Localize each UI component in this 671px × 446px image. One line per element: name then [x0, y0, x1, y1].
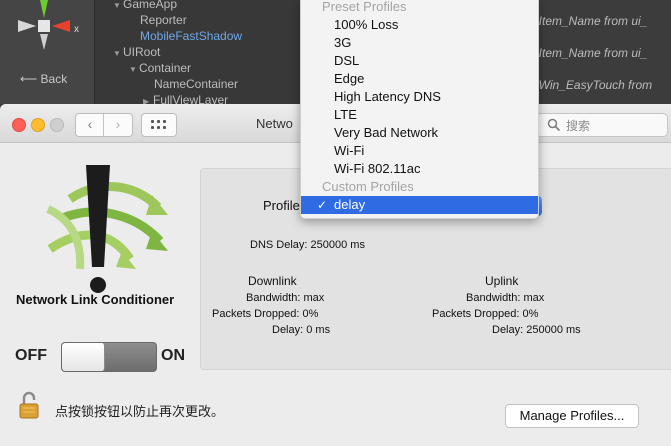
console-line: UI_Win_EasyTouch from — [520, 78, 653, 92]
hierarchy-item[interactable]: ▼ GameApp — [113, 0, 177, 11]
downlink-delay: Delay: 0 ms — [272, 324, 331, 336]
menu-item-3g[interactable]: 3G — [301, 34, 538, 52]
hierarchy-item[interactable]: ▼ UIRoot — [113, 45, 160, 59]
window-title: Netwo — [256, 116, 293, 131]
console-panel: UI_Item_Name from ui_ UI_Item_Name from … — [520, 0, 671, 104]
network-link-conditioner-logo-icon — [46, 165, 168, 293]
uplink-packets-dropped: Packets Dropped: 0% — [432, 308, 539, 320]
nav-forward-button[interactable]: › — [104, 114, 132, 136]
grid-dot — [163, 120, 166, 123]
menu-item-100-loss[interactable]: 100% Loss — [301, 16, 538, 34]
dns-delay-value: DNS Delay: 250000 ms — [250, 239, 365, 251]
zoom-window-button[interactable] — [50, 118, 64, 132]
on-label: ON — [161, 347, 185, 364]
search-field[interactable]: 搜索 — [536, 113, 668, 137]
unlocked-padlock-icon[interactable] — [18, 391, 40, 419]
menu-section-header: Custom Profiles — [322, 179, 414, 194]
expand-triangle-icon[interactable]: ▼ — [129, 65, 139, 74]
grid-dot — [157, 120, 160, 123]
hierarchy-item[interactable]: Reporter — [140, 13, 187, 27]
menu-item-delay[interactable]: ✓ delay — [301, 196, 538, 214]
lock-hint-text: 点按锁按钮以防止再次更改。 — [55, 404, 225, 419]
hierarchy-panel: ▼ GameApp Reporter MobileFastShadow ▼ UIRo… — [95, 0, 315, 107]
close-window-button[interactable] — [12, 118, 26, 132]
uplink-header: Uplink — [485, 274, 519, 288]
minimize-window-button[interactable] — [31, 118, 45, 132]
switch-thumb[interactable] — [62, 343, 105, 371]
axis-x-label: x — [74, 24, 79, 35]
scene-view[interactable]: x ⟵ Back — [0, 0, 95, 104]
checkmark-icon: ✓ — [317, 198, 328, 212]
menu-item-wifi[interactable]: Wi-Fi — [301, 142, 538, 160]
hierarchy-item-selected[interactable]: MobileFastShadow — [140, 29, 242, 43]
off-label: OFF — [15, 347, 47, 364]
manage-profiles-button[interactable]: Manage Profiles... — [505, 404, 639, 428]
app-name-label: Network Link Conditioner — [16, 292, 175, 307]
chevron-left-icon: ‹ — [87, 116, 93, 132]
show-all-button[interactable] — [141, 113, 177, 137]
back-forward-control: ‹ › — [75, 113, 133, 137]
search-icon — [547, 118, 561, 132]
chevron-right-icon: › — [115, 116, 121, 132]
nav-back-button[interactable]: ‹ — [76, 114, 104, 136]
menu-item-dsl[interactable]: DSL — [301, 52, 538, 70]
grid-dot — [151, 126, 154, 129]
scene-gizmo-icon[interactable] — [4, 0, 84, 64]
downlink-bandwidth: Bandwidth: max — [246, 292, 325, 304]
profile-dropdown-menu: Preset Profiles 100% Loss 3G DSL Edge Hi… — [300, 0, 539, 219]
back-button[interactable]: ⟵ Back — [20, 72, 67, 86]
search-placeholder: 搜索 — [566, 119, 591, 133]
on-off-switch[interactable] — [61, 342, 157, 372]
console-line: UI_Item_Name from ui_ — [520, 14, 648, 28]
downlink-packets-dropped: Packets Dropped: 0% — [212, 308, 319, 320]
profile-label: Profile — [263, 198, 300, 213]
menu-item-edge[interactable]: Edge — [301, 70, 538, 88]
grid-dot — [157, 126, 160, 129]
hierarchy-item[interactable]: NameContainer — [154, 77, 238, 91]
menu-item-high-latency-dns[interactable]: High Latency DNS — [301, 88, 538, 106]
expand-triangle-icon[interactable]: ▼ — [113, 1, 123, 10]
hierarchy-item[interactable]: ▼ Container — [129, 61, 191, 75]
expand-triangle-icon[interactable]: ▼ — [113, 49, 123, 58]
menu-item-wifi-80211ac[interactable]: Wi-Fi 802.11ac — [301, 160, 538, 178]
downlink-header: Downlink — [248, 274, 297, 288]
uplink-bandwidth: Bandwidth: max — [466, 292, 545, 304]
back-arrow-icon: ⟵ — [20, 72, 38, 86]
menu-section-header: Preset Profiles — [322, 0, 407, 14]
console-line: UI_Item_Name from ui_ — [520, 46, 648, 60]
menu-item-very-bad-network[interactable]: Very Bad Network — [301, 124, 538, 142]
grid-dot — [163, 126, 166, 129]
grid-dot — [151, 120, 154, 123]
menu-item-lte[interactable]: LTE — [301, 106, 538, 124]
uplink-delay: Delay: 250000 ms — [492, 324, 581, 336]
back-label: Back — [40, 72, 68, 86]
